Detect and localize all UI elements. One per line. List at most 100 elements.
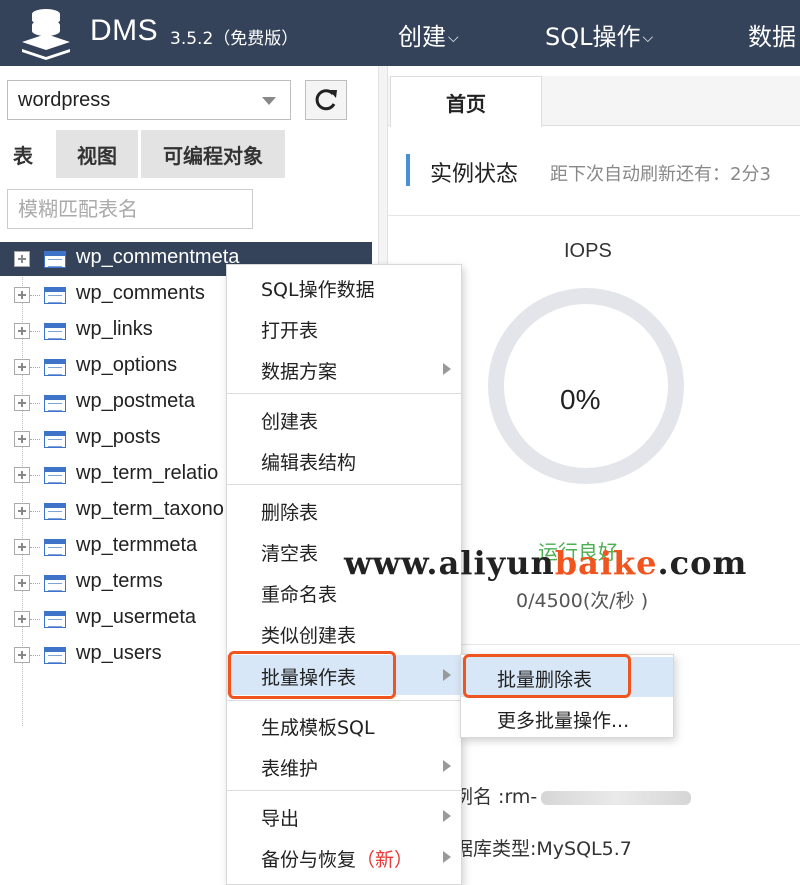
chevron-right-icon [443,363,451,375]
table-name: wp_links [76,318,153,340]
refresh-icon [315,89,337,111]
table-icon [44,395,66,412]
menu-separator [227,484,461,485]
menu-item-sql-operate-data[interactable]: SQL操作数据 [227,267,461,307]
menu-item-table-maintenance[interactable]: 表维护 [227,746,461,786]
table-name: wp_postmeta [76,390,195,412]
expand-icon[interactable] [14,431,30,447]
menu-item-create-table[interactable]: 创建表 [227,399,461,439]
tree-connector [30,439,40,440]
app-name: DMS [90,14,159,47]
expand-icon[interactable] [14,611,30,627]
menu-item-data-plan[interactable]: 数据方案 [227,349,461,389]
table-name: wp_term_relatio [76,462,219,484]
database-type: 据库类型:MySQL5.7 [454,838,632,860]
database-logo-icon [22,9,70,60]
expand-icon[interactable] [14,575,30,591]
nav-sql-operations[interactable]: SQL操作 ⌵ [545,17,653,52]
menu-item-backup-restore[interactable]: 备份与恢复（新） [227,837,461,877]
menu-item-generate-template-sql[interactable]: 生成模板SQL [227,705,461,745]
iops-label: IOPS [564,240,612,262]
table-icon [44,359,66,376]
tab-views[interactable]: 视图 [56,130,138,178]
nav-data[interactable]: 数据 [748,17,796,52]
expand-icon[interactable] [14,395,30,411]
chevron-right-icon [443,851,451,863]
expand-icon[interactable] [14,539,30,555]
chevron-right-icon [443,760,451,772]
caret-down-icon [262,97,276,105]
menu-item-drop-table[interactable]: 删除表 [227,490,461,530]
menu-item-create-like[interactable]: 类似创建表 [227,613,461,653]
tree-connector [30,403,40,404]
tree-connector [30,331,40,332]
nav-create[interactable]: 创建 ⌵ [398,17,459,52]
expand-icon[interactable] [14,359,30,375]
iops-rate: 0/4500(次/秒 ) [516,590,649,612]
instance-status-header: 实例状态 距下次自动刷新还有：2分3 [388,126,800,216]
menu-separator [227,790,461,791]
menu-item-edit-structure[interactable]: 编辑表结构 [227,440,461,480]
table-name: wp_term_taxono [76,498,224,520]
tab-programmable-objects[interactable]: 可编程对象 [141,130,285,178]
chevron-down-icon: ⌵ [642,30,654,46]
menu-separator [227,700,461,701]
table-name: wp_usermeta [76,606,197,628]
new-badge: （新） [356,849,414,871]
watermark: www.aliyunbaike.com [344,544,748,582]
main-tab-bar: 首页 [388,76,800,127]
database-select[interactable]: wordpress [7,80,291,120]
chevron-down-icon: ⌵ [448,30,459,46]
tree-connector [30,655,40,656]
top-bar: DMS 3.5.2（免费版） 创建 ⌵ SQL操作 ⌵ 数据 [0,0,800,66]
refresh-countdown: 距下次自动刷新还有：2分3 [550,164,771,185]
expand-icon[interactable] [14,503,30,519]
chevron-right-icon [443,669,451,681]
tree-connector [30,511,40,512]
table-name: wp_terms [76,570,163,592]
table-name: wp_termmeta [76,534,198,556]
expand-icon[interactable] [14,287,30,303]
table-icon [44,287,66,304]
tab-home[interactable]: 首页 [390,76,542,127]
tree-connector [30,475,40,476]
menu-item-export[interactable]: 导出 [227,796,461,836]
redacted-instance-id [541,790,692,805]
tree-connector [30,367,40,368]
table-filter-input[interactable] [7,189,253,229]
table-icon [44,251,66,268]
expand-icon[interactable] [14,467,30,483]
table-icon [44,647,66,664]
table-icon [44,539,66,556]
menu-separator [227,393,461,394]
expand-icon[interactable] [14,251,30,267]
refresh-button[interactable] [305,80,347,120]
menu-item-open-table[interactable]: 打开表 [227,308,461,348]
table-name: wp_comments [76,282,205,304]
table-icon [44,431,66,448]
object-tabs: 表 视图 可编程对象 [0,130,378,178]
expand-icon[interactable] [14,323,30,339]
tab-tables[interactable]: 表 [0,130,46,178]
chevron-right-icon [443,810,451,822]
tree-connector [30,583,40,584]
highlight-batch-operations [228,651,396,699]
submenu-item-more-batch[interactable]: 更多批量操作... [461,698,673,738]
tree-connector [30,295,40,296]
section-accent-bar [406,154,410,186]
app-version: 3.5.2（免费版） [170,29,299,49]
table-name: wp_posts [76,426,161,448]
database-select-value: wordpress [18,89,111,111]
expand-icon[interactable] [14,647,30,663]
table-name: wp_users [76,642,162,664]
table-icon [44,467,66,484]
table-icon [44,575,66,592]
tree-connector [30,619,40,620]
table-icon [44,503,66,520]
table-icon [44,611,66,628]
tree-connector [30,547,40,548]
instance-name: 例名 :rm- [454,782,692,809]
iops-percent: 0% [560,384,601,415]
section-title: 实例状态 [430,162,519,187]
table-name: wp_commentmeta [76,246,240,268]
